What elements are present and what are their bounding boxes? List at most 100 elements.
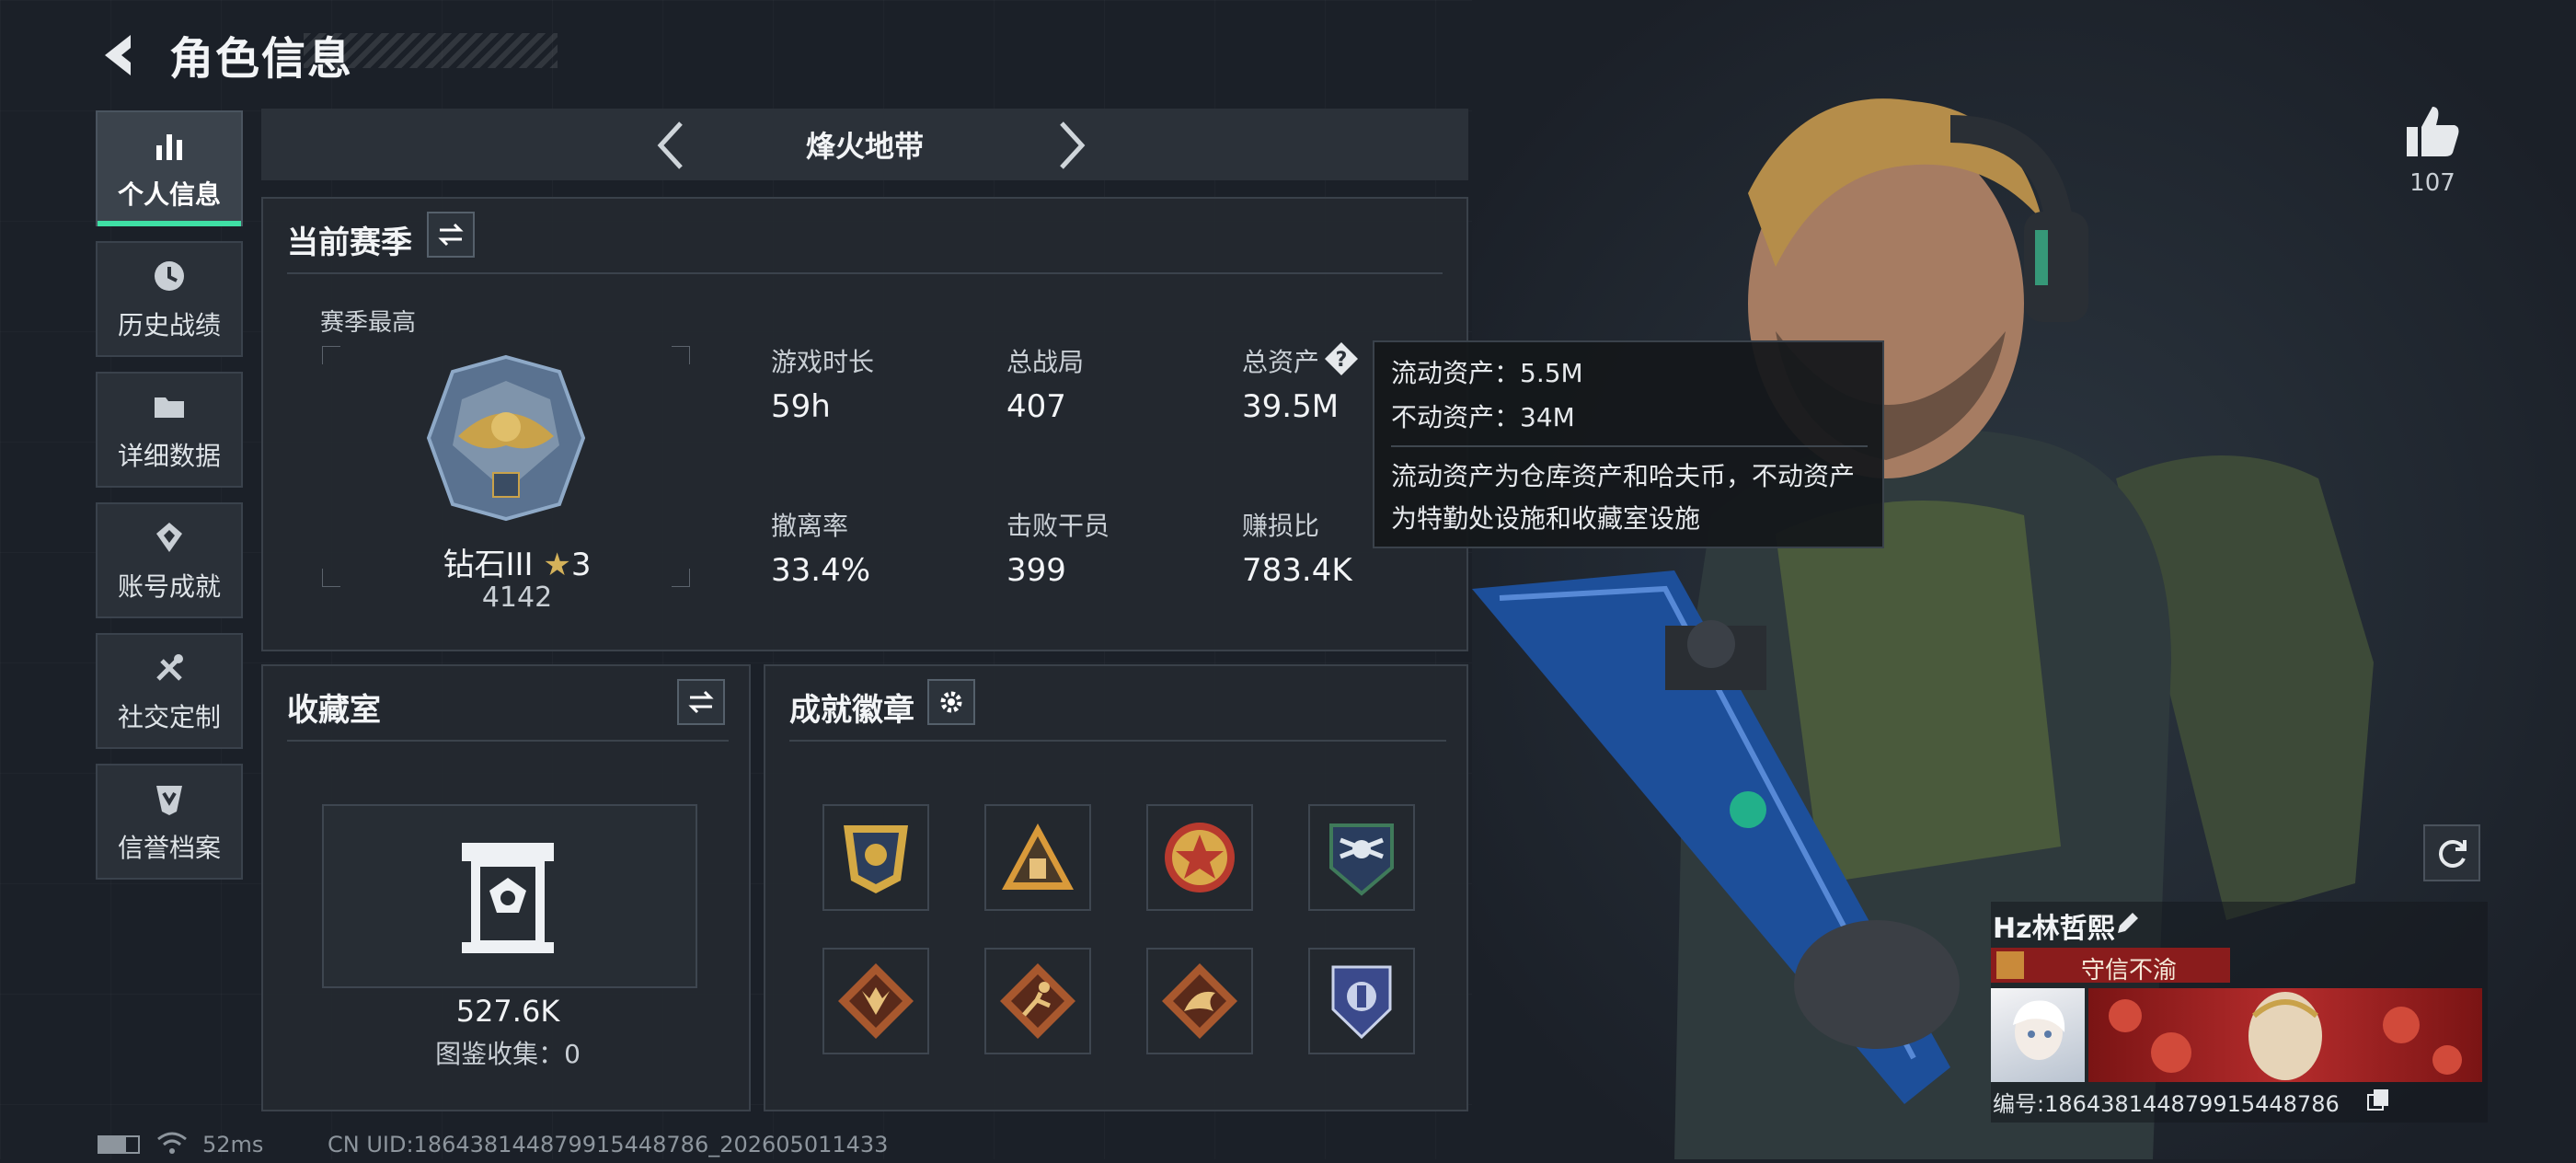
- next-mode-button[interactable]: [1043, 118, 1095, 173]
- uid-text: CN UID:186438144879915448786_20260501143…: [328, 1132, 889, 1157]
- thumbs-up-icon: [2407, 107, 2459, 156]
- tooltip-desc-1: 流动资产为仓库资产和哈夫币，不动资产: [1391, 461, 1856, 491]
- svg-text:?: ?: [1336, 349, 1348, 372]
- rank-name-row: 钻石III ★3: [425, 539, 609, 584]
- stat-label: 击败干员: [1006, 511, 1110, 541]
- nav-label: 信誉档案: [117, 833, 221, 863]
- asset-help-button[interactable]: ?: [1323, 340, 1360, 377]
- nav-label: 详细数据: [117, 441, 221, 471]
- eagle-badge-icon[interactable]: [1308, 804, 1415, 911]
- swap-icon: [688, 690, 714, 714]
- battery-icon: [98, 1135, 140, 1154]
- help-icon: ?: [1325, 342, 1358, 375]
- stat-label: 撤离率: [771, 511, 849, 541]
- collection-panel: 收藏室 527.6K 图鉴收集：0: [261, 664, 751, 1111]
- mode-selector: 烽火地带: [261, 109, 1468, 180]
- stat-value: 399: [1006, 552, 1066, 589]
- mode-title: 烽火地带: [805, 129, 924, 164]
- shield-icon: [149, 778, 190, 819]
- nav-item-achievements[interactable]: 账号成就: [96, 502, 243, 618]
- stat-label: 总资产: [1242, 347, 1320, 377]
- clock-icon: [149, 256, 190, 296]
- copy-icon: [2367, 1089, 2388, 1111]
- stat-value: 407: [1006, 388, 1066, 425]
- crest-badge-icon[interactable]: [1308, 948, 1415, 1054]
- title-emblem-icon: [1996, 951, 2024, 979]
- nav-item-history[interactable]: 历史战绩: [96, 241, 243, 357]
- player-id: 编号:1864381448799154487​86: [1993, 1091, 2340, 1117]
- edit-name-button[interactable]: [2114, 909, 2142, 937]
- player-avatar[interactable]: [1991, 988, 2085, 1082]
- nav-item-social[interactable]: 社交定制: [96, 633, 243, 749]
- pencil-icon: [2118, 913, 2138, 933]
- rank-name: 钻石III: [443, 547, 534, 583]
- bar-chart-icon: [149, 125, 190, 166]
- stat-value: 39.5M: [1242, 388, 1340, 425]
- refresh-button[interactable]: [2423, 824, 2480, 881]
- tooltip-fixed: 不动资产：34M: [1391, 402, 1575, 432]
- wolf-badge-icon[interactable]: [822, 948, 929, 1054]
- collection-room-preview[interactable]: [322, 804, 697, 988]
- season-title: 当前赛季: [287, 225, 412, 261]
- back-button[interactable]: [94, 28, 149, 83]
- likes-count: 107: [2409, 169, 2455, 197]
- folder-icon: [149, 386, 190, 427]
- collection-value: 527.6K: [455, 994, 560, 1029]
- chevron-right-icon: [1060, 121, 1086, 169]
- shield-badge-icon[interactable]: [822, 804, 929, 911]
- rank-score: 4142: [481, 582, 553, 614]
- player-card: Hz林哲熙 守信不渝 编号:1864381448799154487​86: [1991, 902, 2488, 1123]
- collection-case-icon: [462, 843, 554, 953]
- nav-label: 账号成就: [117, 571, 221, 602]
- season-best-label: 赛季最高: [320, 309, 417, 337]
- tools-icon: [149, 648, 190, 688]
- divider: [287, 272, 1443, 274]
- tooltip-liquid: 流动资产：5.5M: [1391, 358, 1583, 388]
- stat-label: 赚损比: [1242, 511, 1320, 541]
- star-badge-icon[interactable]: [1146, 804, 1253, 911]
- stat-value: 783.4K: [1242, 552, 1352, 589]
- swap-icon: [438, 223, 464, 247]
- player-title: 守信不渝: [2080, 957, 2177, 985]
- tooltip-desc-2: 为特勤处设施和收藏室设施: [1391, 503, 1701, 534]
- season-switch-button[interactable]: [427, 212, 475, 258]
- collection-catalog: 图鉴收集：0: [435, 1039, 581, 1069]
- badges-panel: 成就徽章: [764, 664, 1468, 1111]
- back-arrow-icon: [105, 35, 131, 75]
- stat-value: 59h: [771, 388, 831, 425]
- divider: [287, 740, 729, 742]
- collection-switch-button[interactable]: [677, 679, 725, 725]
- nav-label: 社交定制: [117, 702, 221, 732]
- player-title-badge: 守信不渝: [1991, 948, 2230, 985]
- runner-badge-icon[interactable]: [984, 948, 1091, 1054]
- title-decoration: [304, 33, 558, 68]
- copy-id-button[interactable]: [2366, 1088, 2390, 1111]
- nav-item-detail-data[interactable]: 详细数据: [96, 372, 243, 488]
- badges-title: 成就徽章: [789, 692, 914, 729]
- stat-label: 游戏时长: [771, 347, 875, 377]
- triangle-badge-icon[interactable]: [984, 804, 1091, 911]
- achievement-icon: [149, 517, 190, 558]
- season-panel: 当前赛季 赛季最高 钻石III ★3 4142 游戏时长 59h 总战局 407…: [261, 197, 1468, 651]
- like-button[interactable]: [2401, 101, 2464, 164]
- rank-emblem-icon: [421, 353, 591, 523]
- badges-settings-button[interactable]: [927, 679, 975, 725]
- collection-title: 收藏室: [287, 692, 381, 729]
- asset-tooltip: 流动资产：5.5M 不动资产：34M 流动资产为仓库资产和哈夫币，不动资产 为特…: [1373, 340, 1884, 548]
- nav-item-personal-info[interactable]: 个人信息: [96, 110, 243, 226]
- player-banner[interactable]: [2088, 988, 2482, 1082]
- stat-label: 总战局: [1006, 347, 1085, 377]
- nav-item-reputation[interactable]: 信誉档案: [96, 764, 243, 880]
- stat-value: 33.4%: [771, 552, 871, 589]
- star-icon: ★: [543, 547, 571, 583]
- gear-icon: [940, 691, 962, 713]
- rank-stars: 3: [570, 547, 592, 583]
- dragon-badge-icon[interactable]: [1146, 948, 1253, 1054]
- nav-label: 个人信息: [117, 179, 221, 210]
- refresh-icon: [2439, 840, 2467, 868]
- divider: [1391, 445, 1868, 447]
- ping: 52ms: [202, 1132, 264, 1157]
- wifi-icon: [156, 1130, 188, 1156]
- player-name: Hz林哲熙: [1993, 913, 2115, 945]
- divider: [789, 740, 1446, 742]
